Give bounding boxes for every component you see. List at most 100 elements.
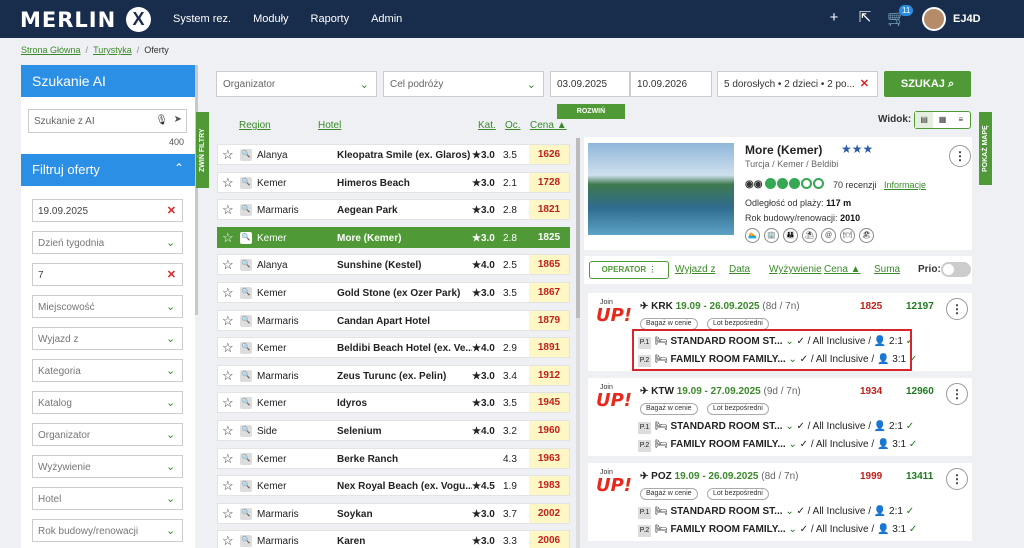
filters-header[interactable]: Filtruj oferty ⌃ — [21, 154, 195, 186]
chevron-up-icon[interactable]: ⌃ — [174, 161, 184, 175]
send-icon[interactable]: ➤ — [174, 114, 182, 125]
favorite-star-icon[interactable]: ☆ — [222, 395, 234, 411]
row-price[interactable]: 1825 — [529, 227, 569, 247]
filter-city[interactable]: Miejscowość ⌄ — [32, 295, 183, 318]
row-price[interactable]: 1912 — [529, 365, 569, 385]
preview-icon[interactable]: 🔍 — [240, 259, 252, 272]
nav-raporty[interactable]: Raporty — [311, 13, 350, 25]
favorite-star-icon[interactable]: ☆ — [222, 202, 234, 218]
sort-date[interactable]: Data — [729, 264, 750, 275]
preview-icon[interactable]: 🔍 — [240, 369, 252, 382]
operator-button[interactable]: OPERATOR ⋮ — [589, 261, 669, 279]
row-hotel[interactable]: More (Kemer) — [337, 233, 472, 244]
row-price[interactable]: 1960 — [529, 420, 569, 440]
table-row[interactable]: ☆ 🔍 Marmaris Aegean Park ★3.0 2.8 1821 — [217, 199, 570, 221]
sort-price[interactable]: Cena ▲ — [824, 264, 861, 275]
clear-icon[interactable]: ✕ — [167, 204, 176, 217]
favorite-star-icon[interactable]: ☆ — [222, 175, 234, 191]
row-price[interactable]: 1867 — [529, 282, 569, 302]
favorite-star-icon[interactable]: ☆ — [222, 506, 234, 522]
favorite-star-icon[interactable]: ☆ — [222, 451, 234, 467]
filter-build-year[interactable]: Rok budowy/renowacji ⌄ — [32, 519, 183, 542]
row-hotel[interactable]: Berke Ranch — [337, 454, 472, 465]
table-row[interactable]: ☆ 🔍 Kemer Himeros Beach ★3.0 2.1 1728 — [217, 171, 570, 193]
search-button[interactable]: SZUKAJ ⌕ — [884, 71, 971, 97]
avatar[interactable] — [922, 7, 946, 31]
row-price[interactable]: 1963 — [529, 448, 569, 468]
row-hotel[interactable]: Zeus Turunc (ex. Pelin) — [337, 371, 472, 382]
view-lines-icon[interactable]: ≡ — [952, 112, 970, 128]
favorite-star-icon[interactable]: ☆ — [222, 257, 234, 273]
room-row[interactable]: P.1 🛏 STANDARD ROOM ST... ⌄ ✓ / All Inclu… — [638, 506, 914, 520]
list-scrollbar-thumb[interactable] — [576, 138, 580, 318]
filter-board[interactable]: Wyżywienie ⌄ — [32, 455, 183, 478]
room-row[interactable]: P.1 🛏 STANDARD ROOM ST... ⌄ ✓ / All Inclu… — [638, 421, 914, 435]
breadcrumb-home[interactable]: Strona Główna — [21, 45, 81, 55]
row-hotel[interactable]: Nex Royal Beach (ex. Vogu... — [337, 481, 472, 492]
table-row[interactable]: ☆ 🔍 Marmaris Zeus Turunc (ex. Pelin) ★3.0 3.4… — [217, 364, 570, 386]
more-icon[interactable]: ⋮ — [949, 145, 971, 167]
filter-catalog[interactable]: Katalog ⌄ — [32, 391, 183, 414]
row-price[interactable]: 1821 — [529, 200, 569, 220]
preview-icon[interactable]: 🔍 — [240, 176, 252, 189]
favorite-star-icon[interactable]: ☆ — [222, 147, 234, 163]
filter-category[interactable]: Kategoria ⌄ — [32, 359, 183, 382]
microphone-icon[interactable]: 🎙 — [155, 115, 168, 126]
preview-icon[interactable]: 🔍 — [240, 342, 252, 355]
table-row[interactable]: ☆ 🔍 Kemer Nex Royal Beach (ex. Vogu... ★4.5 1… — [217, 475, 570, 497]
col-hotel[interactable]: Hotel — [318, 120, 341, 131]
expand-button[interactable]: ROZWIŃ — [557, 104, 625, 119]
filter-date[interactable]: 19.09.2025 ✕ — [32, 199, 183, 222]
table-row[interactable]: ☆ 🔍 Alanya Kleopatra Smile (ex. Glaros) ★3.0… — [217, 144, 570, 165]
filter-organizer[interactable]: Organizator ⌄ — [32, 423, 183, 446]
row-hotel[interactable]: Beldibi Beach Hotel (ex. Ve... — [337, 343, 472, 354]
sort-board[interactable]: Wyżywienie — [769, 264, 822, 275]
preview-icon[interactable]: 🔍 — [240, 231, 252, 244]
table-row[interactable]: ☆ 🔍 Kemer More (Kemer) ★3.0 2.8 1825 — [217, 226, 570, 248]
sort-total[interactable]: Suma — [874, 264, 900, 275]
favorite-star-icon[interactable]: ☆ — [222, 285, 234, 301]
row-hotel[interactable]: Soykan — [337, 509, 472, 520]
organizer-select[interactable]: Organizator ⌄ — [216, 71, 377, 97]
user-name[interactable]: EJ4D — [953, 13, 981, 25]
view-list-icon[interactable]: ▤ — [915, 112, 934, 128]
table-row[interactable]: ☆ 🔍 Marmaris Soykan ★3.0 3.7 2002 — [217, 502, 570, 524]
table-row[interactable]: ☆ 🔍 Marmaris Candan Apart Hotel 1879 — [217, 309, 570, 331]
row-hotel[interactable]: Karen — [337, 536, 472, 547]
guests-input[interactable]: 5 dorosłych • 2 dzieci • 2 po... ✕ — [717, 71, 878, 97]
nav-system-rez[interactable]: System rez. — [173, 13, 231, 25]
table-row[interactable]: ☆ 🔍 Alanya Sunshine (Kestel) ★4.0 2.5 1865 — [217, 254, 570, 276]
row-price[interactable]: 1865 — [529, 255, 569, 275]
offer-card[interactable]: Join UP! ✈ KTW 19.09 - 27.09.2025 (9d / 7n… — [588, 378, 972, 456]
row-price[interactable]: 1945 — [529, 393, 569, 413]
sidebar-scrollbar[interactable] — [195, 65, 198, 315]
favorite-star-icon[interactable]: ☆ — [222, 423, 234, 439]
preview-icon[interactable]: 🔍 — [240, 286, 252, 299]
room-row[interactable]: P.2 🛏 FAMILY ROOM FAMILY... ⌄ ✓ / All Inc… — [638, 439, 917, 453]
preview-icon[interactable]: 🔍 — [240, 535, 252, 548]
view-grid-icon[interactable]: ▦ — [933, 112, 951, 128]
prio-toggle[interactable] — [941, 262, 971, 277]
row-hotel[interactable]: Himeros Beach — [337, 178, 472, 189]
table-row[interactable]: ☆ 🔍 Marmaris Karen ★3.0 3.3 2006 — [217, 530, 570, 548]
clear-icon[interactable]: ✕ — [167, 268, 176, 281]
preview-icon[interactable]: 🔍 — [240, 204, 252, 217]
favorite-star-icon[interactable]: ☆ — [222, 478, 234, 494]
row-price[interactable]: 1879 — [529, 310, 569, 330]
row-price[interactable]: 2006 — [529, 531, 569, 548]
date-from-input[interactable]: 03.09.2025 — [550, 71, 630, 97]
breadcrumb-section[interactable]: Turystyka — [93, 45, 132, 55]
row-price[interactable]: 1626 — [529, 145, 569, 164]
preview-icon[interactable]: 🔍 — [240, 507, 252, 520]
date-to-input[interactable]: 10.09.2026 — [630, 71, 712, 97]
col-region[interactable]: Region — [239, 120, 271, 131]
table-row[interactable]: ☆ 🔍 Side Selenium ★4.0 3.2 1960 — [217, 419, 570, 441]
table-row[interactable]: ☆ 🔍 Kemer Berke Ranch 4.3 1963 — [217, 447, 570, 469]
nav-moduly[interactable]: Moduły — [253, 13, 288, 25]
preview-icon[interactable]: 🔍 — [240, 480, 252, 493]
table-row[interactable]: ☆ 🔍 Kemer Beldibi Beach Hotel (ex. Ve... ★4.… — [217, 337, 570, 359]
favorite-star-icon[interactable]: ☆ — [222, 340, 234, 356]
favorite-star-icon[interactable]: ☆ — [222, 368, 234, 384]
filter-nights[interactable]: 7 ✕ — [32, 263, 183, 286]
favorite-star-icon[interactable]: ☆ — [222, 313, 234, 329]
